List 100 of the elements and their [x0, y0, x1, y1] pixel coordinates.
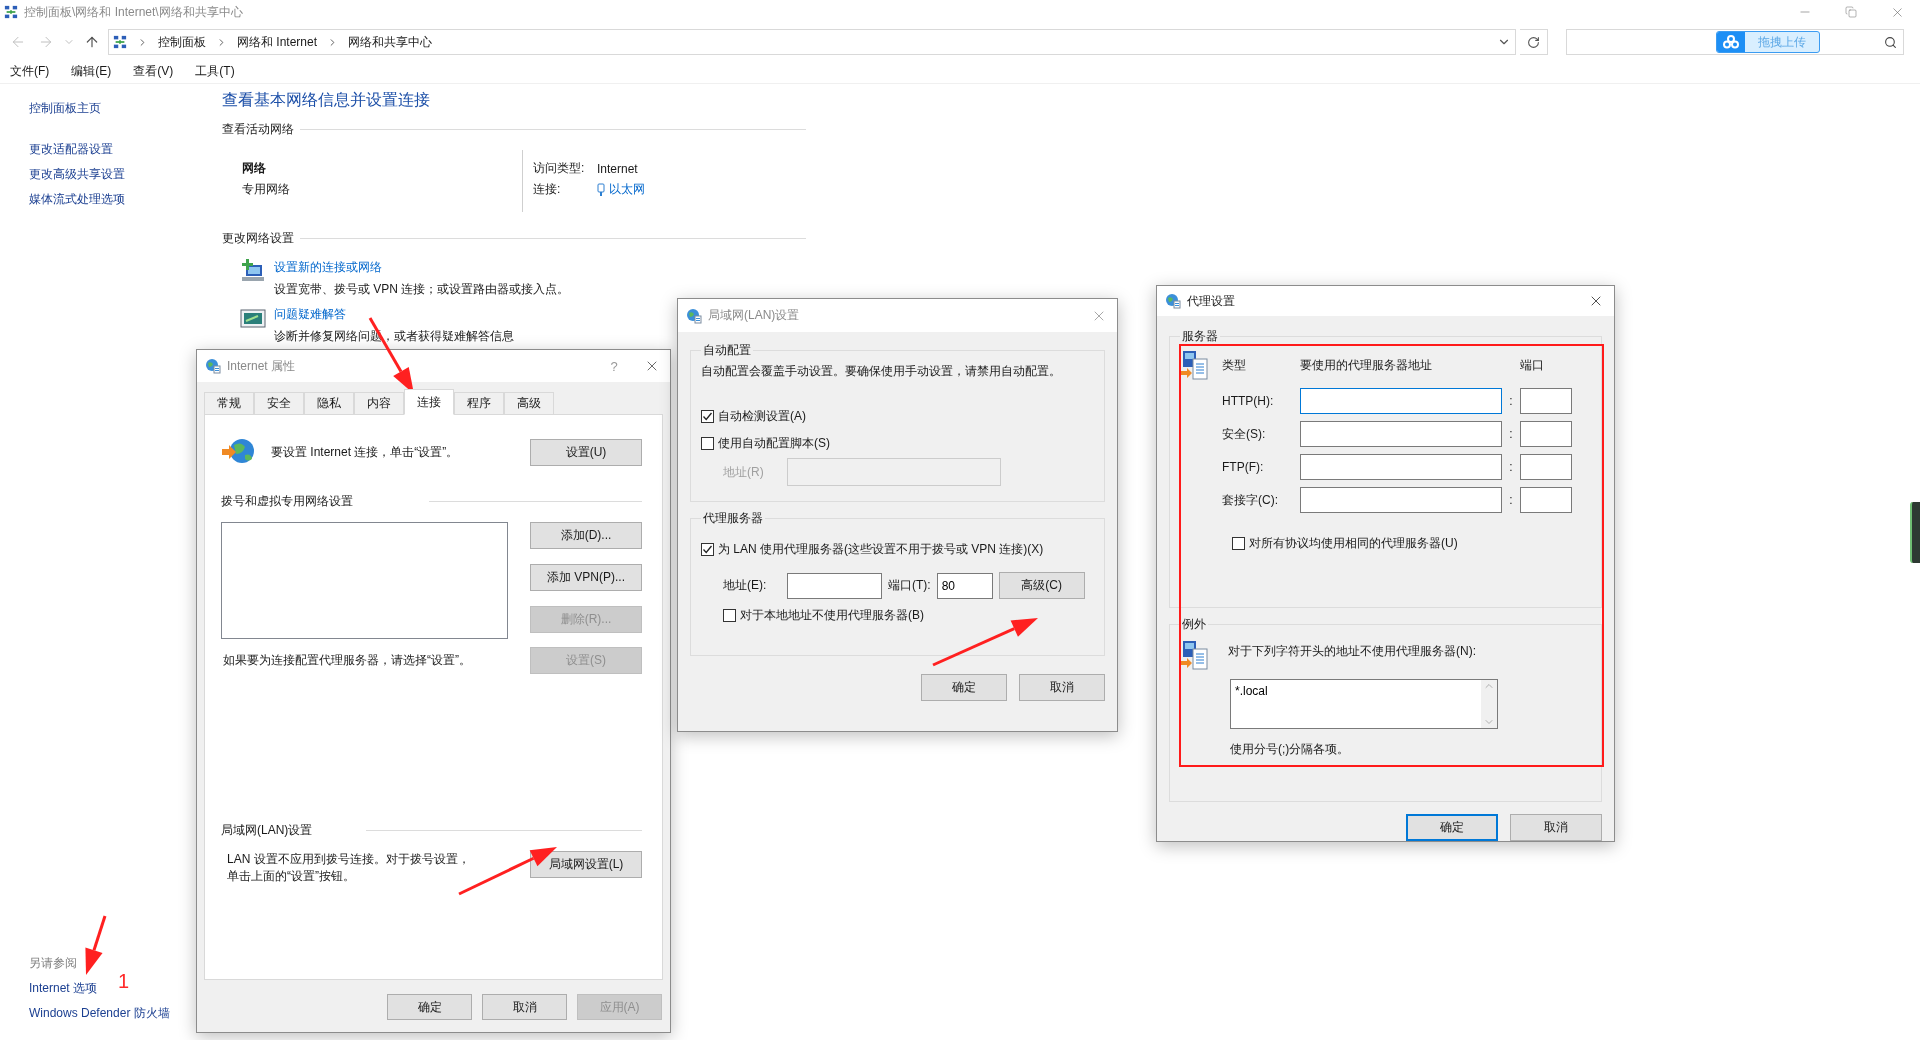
field-label: 地址(R) — [722, 463, 765, 481]
task-description: 设置宽带、拨号或 VPN 连接；或设置路由器或接入点。 — [274, 281, 570, 298]
step-number: 1 — [118, 970, 130, 993]
section-heading: 更改网络设置 — [222, 230, 294, 247]
group-heading: 拨号和虚拟专用网络设置 — [221, 493, 353, 510]
dialog-button[interactable]: 取消 — [482, 994, 567, 1020]
exceptions-hint: 使用分号(;)分隔各项。 — [1230, 741, 1351, 758]
server-icon — [1180, 349, 1210, 381]
menu-item[interactable]: 文件(F) — [4, 61, 56, 82]
column-header: 端口 — [1520, 356, 1545, 374]
group-heading: 服务器 — [1181, 328, 1219, 345]
tab[interactable]: 常规 — [204, 392, 254, 414]
lan-settings-button[interactable]: 局域网设置(L) — [530, 851, 642, 878]
dialog-title: 代理设置 — [1187, 292, 1235, 310]
sidebar-link[interactable]: 更改适配器设置 — [29, 141, 222, 158]
dialog-button[interactable]: 确定 — [921, 674, 1007, 701]
network-icon — [113, 35, 127, 49]
section-heading: 查看活动网络 — [222, 121, 294, 138]
menu-item[interactable]: 工具(T) — [189, 61, 241, 82]
search-icon — [1884, 35, 1897, 49]
separator: : — [1508, 427, 1514, 441]
sidebar-link[interactable]: 控制面板主页 — [29, 100, 222, 117]
dialog-button[interactable]: 确定 — [387, 994, 472, 1020]
field-label: 访问类型: — [533, 160, 586, 177]
checkbox-label: 使用自动配置脚本(S) — [718, 435, 830, 452]
connection-link[interactable]: 以太网 — [597, 181, 645, 198]
setup-button[interactable]: 设置(U) — [530, 438, 642, 466]
port-field[interactable]: 80 — [936, 572, 993, 599]
breadcrumb[interactable]: 网络和 Internet — [237, 33, 318, 51]
forward-arrow-icon — [38, 34, 54, 50]
breadcrumb[interactable]: 控制面板 — [158, 33, 206, 51]
address-field[interactable] — [1300, 421, 1502, 447]
menu-item[interactable]: 编辑(E) — [65, 61, 118, 82]
dialog-button[interactable]: 取消 — [1019, 674, 1105, 701]
checkbox[interactable] — [723, 609, 736, 622]
auto-config-note: 自动配置会覆盖手动设置。要确保使用手动设置，请禁用自动配置。 — [701, 363, 1062, 380]
refresh-icon — [1527, 35, 1540, 49]
tab[interactable]: 连接 — [404, 389, 454, 415]
checkbox-label: 对所有协议均使用相同的代理服务器(U) — [1249, 535, 1458, 552]
task-link[interactable]: 问题疑难解答 — [274, 306, 514, 323]
column-header: 类型 — [1222, 356, 1247, 374]
globe-icon — [686, 307, 702, 324]
exceptions-field[interactable]: *.local — [1230, 679, 1498, 729]
address-field[interactable] — [1300, 454, 1502, 480]
advanced-button[interactable]: 高级(C) — [998, 572, 1085, 599]
proxy-hint: 如果要为连接配置代理服务器，请选择“设置”。 — [223, 652, 471, 669]
field-label: 安全(S): — [1222, 425, 1267, 443]
dialog-button[interactable]: 确定 — [1406, 814, 1498, 841]
checkbox[interactable] — [701, 410, 714, 423]
restore-icon — [1845, 6, 1857, 18]
checkbox-label: 对于本地地址不使用代理服务器(B) — [740, 607, 924, 624]
checkbox[interactable] — [701, 543, 714, 556]
port-field[interactable] — [1520, 487, 1572, 513]
setup-text: 要设置 Internet 连接，单击“设置”。 — [271, 443, 459, 461]
annotation-arrow — [85, 915, 107, 975]
port-field[interactable] — [1520, 388, 1572, 414]
separator: : — [1508, 460, 1514, 474]
port-field[interactable] — [1520, 454, 1572, 480]
dialog-button[interactable]: 取消 — [1510, 814, 1602, 841]
separator: : — [1508, 493, 1514, 507]
address-field[interactable] — [787, 572, 882, 599]
checkbox[interactable] — [701, 437, 714, 450]
address-field[interactable] — [1300, 487, 1502, 513]
tab[interactable]: 内容 — [354, 392, 404, 414]
edge-handle[interactable] — [1910, 502, 1920, 563]
cloud-icon — [1722, 35, 1740, 49]
tab[interactable]: 隐私 — [304, 392, 354, 414]
globe-icon — [1165, 293, 1181, 309]
refresh-button[interactable] — [1520, 29, 1548, 55]
column-header: 要使用的代理服务器地址 — [1300, 356, 1433, 374]
lan-description: LAN 设置不应用到拨号连接。对于拨号设置，单击上面的“设置”按钮。 — [227, 851, 471, 885]
menu-item[interactable]: 查看(V) — [127, 61, 180, 82]
checkbox-label: 为 LAN 使用代理服务器(这些设置不用于拨号或 VPN 连接)(X) — [718, 541, 1044, 558]
task-link[interactable]: 设置新的连接或网络 — [274, 259, 570, 276]
address-field[interactable] — [1300, 388, 1502, 414]
breadcrumb[interactable]: 网络和共享中心 — [348, 33, 433, 51]
tab[interactable]: 高级 — [504, 392, 554, 414]
group-heading: 自动配置 — [702, 342, 752, 359]
sidebar-link[interactable]: 更改高级共享设置 — [29, 166, 222, 183]
list-button[interactable]: 添加 VPN(P)... — [530, 564, 642, 591]
field-label: 端口(T): — [888, 577, 931, 594]
dialog-title: Internet 属性 — [227, 357, 296, 375]
tab[interactable]: 程序 — [454, 392, 504, 414]
page-heading: 查看基本网络信息并设置连接 — [222, 90, 431, 110]
tab[interactable]: 安全 — [254, 392, 304, 414]
address-bar[interactable]: 控制面板 网络和 Internet 网络和共享中心 — [108, 29, 1516, 55]
dialog-title: 局域网(LAN)设置 — [708, 307, 800, 324]
separator: : — [1508, 394, 1514, 408]
port-field[interactable] — [1520, 421, 1572, 447]
globe-icon — [205, 358, 221, 374]
group-heading: 局域网(LAN)设置 — [221, 822, 313, 839]
server-icon — [1180, 639, 1210, 671]
field-label: 地址(E): — [722, 577, 768, 594]
list-button[interactable]: 添加(D)... — [530, 522, 642, 549]
field-label: 套接字(C): — [1222, 491, 1279, 509]
checkbox[interactable] — [1232, 537, 1245, 550]
sidebar-link[interactable]: 媒体流式处理选项 — [29, 191, 222, 208]
network-name: 网络 — [242, 160, 267, 177]
ethernet-icon — [597, 182, 605, 197]
field-label: FTP(F): — [1222, 460, 1265, 474]
